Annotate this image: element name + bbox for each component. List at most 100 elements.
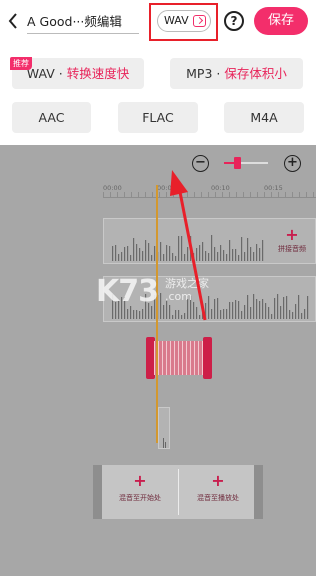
waveform-bar <box>289 310 291 319</box>
watermark-url: .com <box>165 290 192 303</box>
waveform-bar <box>262 240 264 261</box>
waveform-bar <box>253 294 255 319</box>
waveform-bar <box>151 255 153 261</box>
waveform-bar <box>244 252 246 261</box>
waveform-bar <box>112 246 114 261</box>
waveform-bar <box>301 313 303 319</box>
watermark-logo: K73 <box>96 274 159 309</box>
waveform-bar <box>259 301 261 319</box>
waveform-bar <box>274 298 276 319</box>
format-desc: 保存体积小 <box>224 66 287 81</box>
switch-icon <box>193 15 206 27</box>
format-button[interactable]: WAV <box>157 10 211 32</box>
waveform-bar <box>127 246 129 261</box>
format-name: MP3 <box>186 66 213 81</box>
waveform-bar <box>283 297 285 319</box>
mix-panel: + 混音至开始处 + 混音至播放处 <box>93 465 263 519</box>
mix-to-start-label: 混音至开始处 <box>119 494 161 502</box>
zoom-slider[interactable] <box>224 157 268 169</box>
waveform-bar <box>205 251 207 261</box>
watermark: K73 游戏之家 .com <box>96 268 246 318</box>
waveform-bar <box>235 249 237 261</box>
timeline-ruler[interactable] <box>103 192 316 198</box>
waveform-bar <box>145 240 147 261</box>
waveform-bar <box>256 244 258 261</box>
waveform-bar <box>265 303 267 319</box>
format-option-flac[interactable]: FLAC <box>118 102 198 133</box>
mix-to-playhead-button[interactable]: + 混音至播放处 <box>180 473 256 503</box>
top-bar: A Good···频编辑 WAV ? 保存 <box>0 0 316 44</box>
mix-left-handle[interactable] <box>93 465 102 519</box>
project-title[interactable]: A Good···频编辑 <box>27 12 139 34</box>
format-option-aac[interactable]: AAC <box>12 102 91 133</box>
waveform-bar <box>136 244 138 261</box>
time-label: 00:15 <box>264 184 283 192</box>
waveform-bar <box>286 296 288 319</box>
waveform-bar <box>118 254 120 261</box>
plus-icon: + <box>133 471 147 490</box>
add-splice-audio-button[interactable]: + 拼接音频 <box>270 225 314 254</box>
zoom-out-icon[interactable]: − <box>192 155 209 172</box>
waveform-bar <box>133 238 135 261</box>
waveform-bar <box>226 254 228 261</box>
waveform-bar <box>211 235 213 261</box>
waveform-bar <box>187 247 189 261</box>
waveform-bar <box>124 247 126 261</box>
help-icon[interactable]: ? <box>224 11 244 31</box>
waveform-bar <box>184 254 186 261</box>
waveform-bar <box>292 312 294 319</box>
waveform-bar <box>160 242 162 261</box>
waveform-bar <box>271 314 273 319</box>
waveform-bar <box>268 307 270 319</box>
waveform-bar <box>130 255 132 261</box>
waveform-bar <box>166 245 168 261</box>
watermark-text: 游戏之家 <box>165 277 209 290</box>
waveform-bar <box>115 245 117 261</box>
waveform-bar <box>199 245 201 261</box>
plus-icon: + <box>285 225 299 244</box>
waveform-bar <box>232 249 234 261</box>
waveform-bar <box>178 236 180 261</box>
waveform-bar <box>163 254 165 261</box>
waveform-bar <box>280 306 282 319</box>
time-label: 00:00 <box>103 184 122 192</box>
waveform-bar <box>148 243 150 261</box>
mix-to-start-button[interactable]: + 混音至开始处 <box>102 473 178 503</box>
zoom-slider-handle[interactable] <box>234 157 242 169</box>
waveform-bar <box>304 309 306 319</box>
save-button[interactable]: 保存 <box>254 7 308 35</box>
waveform-bar <box>181 236 183 261</box>
waveform-bar <box>139 248 141 261</box>
format-button-label: WAV <box>164 14 189 27</box>
time-label: 00:10 <box>211 184 230 192</box>
waveform-bar <box>250 247 252 261</box>
format-option-m4a[interactable]: M4A <box>224 102 304 133</box>
chevron-left-icon[interactable] <box>5 9 21 33</box>
format-desc: 转换速度快 <box>66 66 130 81</box>
waveform-bar <box>256 299 258 319</box>
waveform-bar <box>169 246 171 261</box>
waveform-bar <box>253 252 255 261</box>
recommend-badge: 推荐 <box>10 57 32 70</box>
waveform-bar <box>241 237 243 261</box>
waveform-bar <box>295 304 297 319</box>
mix-right-handle[interactable] <box>254 465 263 519</box>
waveform-bar <box>298 295 300 319</box>
plus-icon: + <box>211 471 225 490</box>
waveform-bar <box>202 242 204 261</box>
waveform-bar <box>121 252 123 261</box>
divider <box>178 469 179 515</box>
editor-overlay: − + 00:00 00:05 00:10 00:15 + 拼接音频 + 混音至… <box>0 145 316 576</box>
clip-right-handle[interactable] <box>203 337 212 379</box>
waveform-bar <box>196 248 198 261</box>
waveform-bar <box>229 240 231 261</box>
waveform-bar <box>307 296 309 319</box>
waveform-bar <box>142 251 144 261</box>
format-option-mp3[interactable]: MP3 · 保存体积小 <box>170 58 303 89</box>
waveform-bar <box>190 236 192 261</box>
mini-waveform <box>158 407 170 449</box>
mix-to-playhead-label: 混音至播放处 <box>197 494 239 502</box>
waveform-bar <box>277 294 279 319</box>
waveform-bar <box>175 256 177 261</box>
zoom-in-icon[interactable]: + <box>284 155 301 172</box>
